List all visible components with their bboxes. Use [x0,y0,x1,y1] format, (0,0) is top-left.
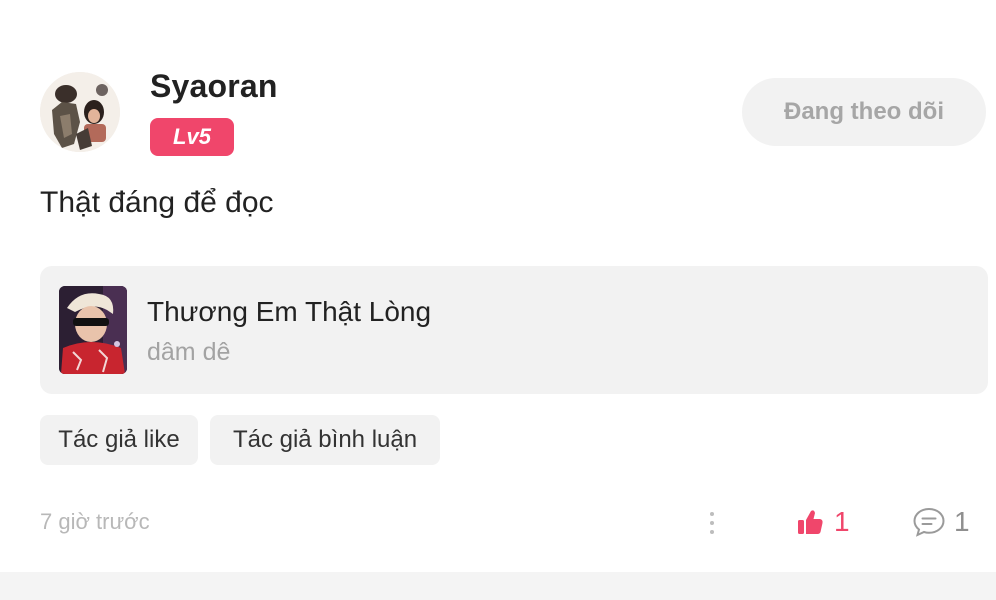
tag-author-like[interactable]: Tác giả like [40,415,198,465]
tag-author-comment[interactable]: Tác giả bình luận [210,415,440,465]
comment-button[interactable]: 1 [912,504,970,540]
user-avatar[interactable] [40,72,120,152]
like-count: 1 [834,506,850,537]
more-dot [710,512,714,516]
post-timestamp: 7 giờ trước [40,509,150,534]
comment-bubble-icon [913,507,945,537]
avatar-image [40,72,120,152]
book-card[interactable]: Thương Em Thật Lòng dâm dê [40,266,988,394]
book-author: dâm dê [147,338,231,366]
book-title: Thương Em Thật Lòng [147,296,432,327]
like-button[interactable]: 1 [796,504,850,540]
comment-text: Thật đáng để đọc [40,186,274,219]
book-cover [59,286,127,374]
section-divider [0,572,996,600]
book-cover-image [59,286,127,374]
username[interactable]: Syaoran [150,68,278,105]
more-icon[interactable] [700,506,724,540]
post-card: Syaoran Lv5 Đang theo dõi Thật đáng để đ… [0,0,996,572]
level-badge: Lv5 [150,118,234,156]
comment-count: 1 [954,506,970,537]
more-dot [710,530,714,534]
more-dot [710,521,714,525]
following-button[interactable]: Đang theo dõi [742,78,986,146]
thumbs-up-icon [798,510,823,534]
